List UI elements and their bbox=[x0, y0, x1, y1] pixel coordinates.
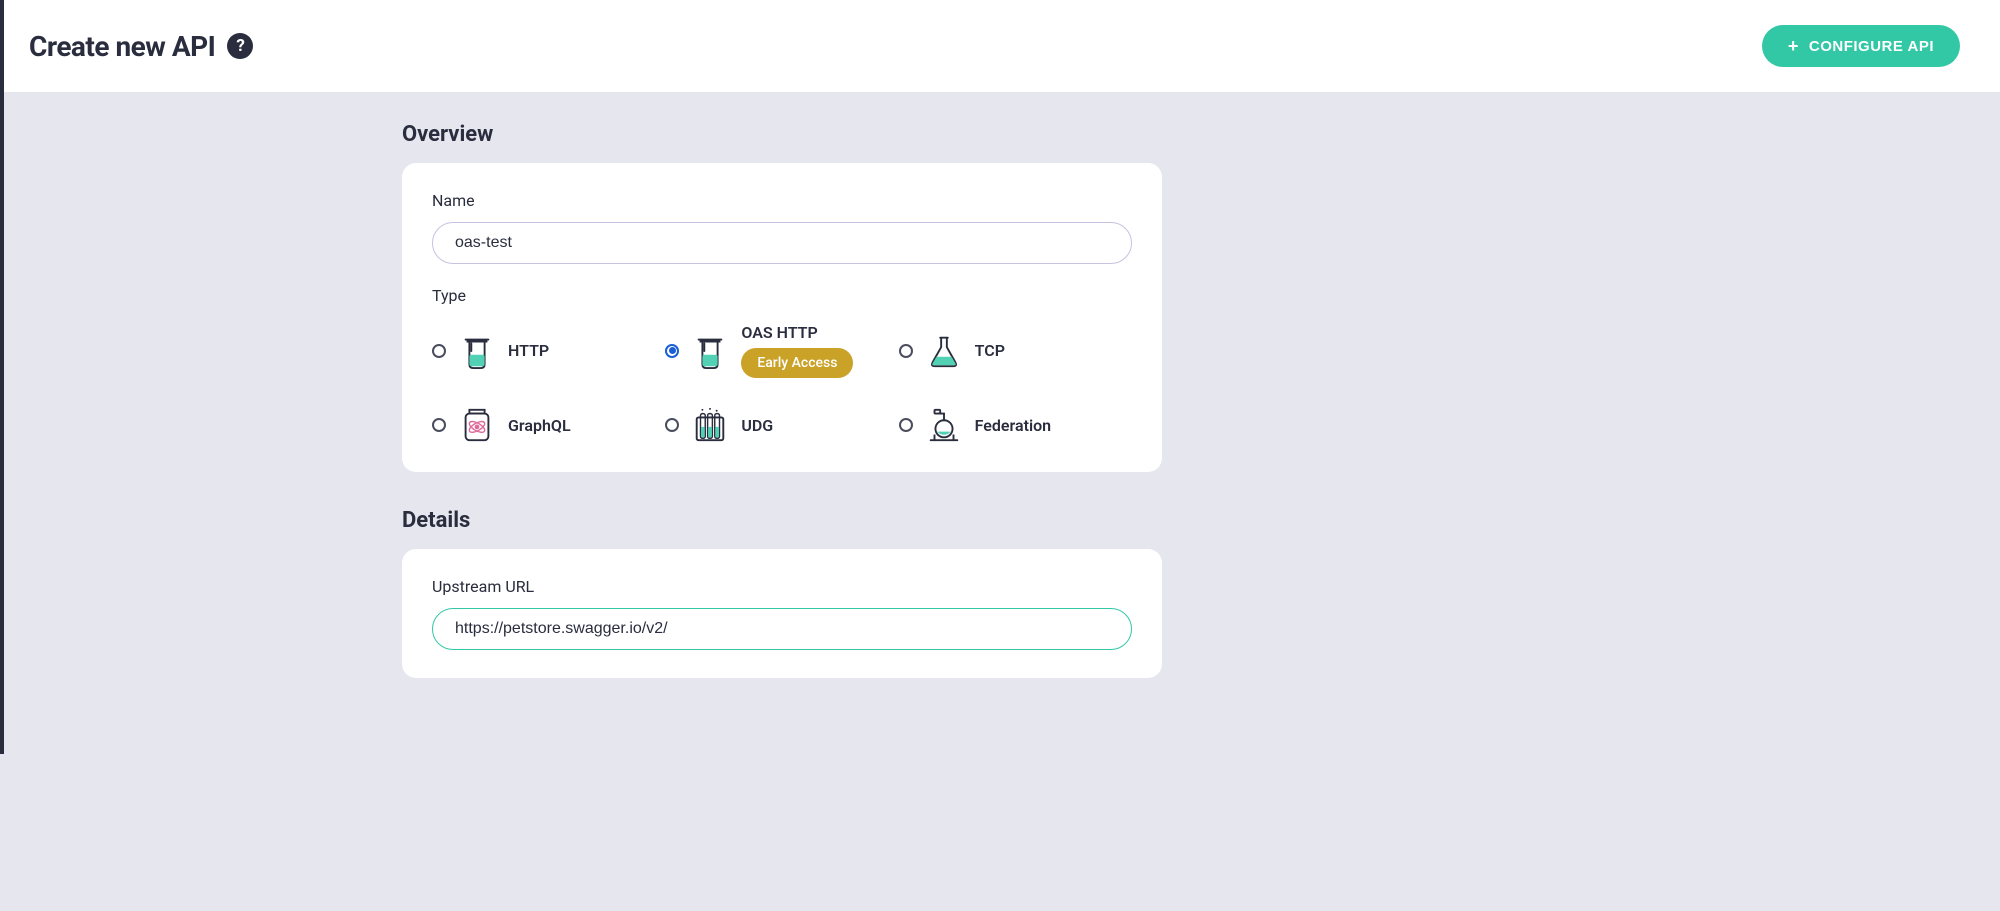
upstream-url-input[interactable] bbox=[432, 608, 1132, 650]
configure-api-label: CONFIGURE API bbox=[1809, 38, 1934, 55]
radio-icon bbox=[899, 418, 913, 432]
type-option-udg[interactable]: UDG bbox=[665, 406, 898, 444]
early-access-badge: Early Access bbox=[741, 348, 853, 378]
page-title: Create new API ? bbox=[29, 30, 253, 63]
flask-icon bbox=[925, 332, 963, 370]
type-label-col: OAS HTTP Early Access bbox=[741, 323, 853, 378]
details-card: Upstream URL bbox=[402, 549, 1162, 678]
overview-heading: Overview bbox=[402, 122, 1162, 147]
name-input[interactable] bbox=[432, 222, 1132, 264]
type-option-tcp[interactable]: TCP bbox=[899, 323, 1132, 378]
type-group: Type HTTP bbox=[432, 286, 1132, 444]
type-option-federation[interactable]: Federation bbox=[899, 406, 1132, 444]
radio-icon bbox=[899, 344, 913, 358]
test-tubes-icon bbox=[691, 406, 729, 444]
type-option-graphql[interactable]: GraphQL bbox=[432, 406, 665, 444]
upstream-label: Upstream URL bbox=[432, 577, 1132, 596]
radio-icon bbox=[432, 344, 446, 358]
radio-icon bbox=[432, 418, 446, 432]
retort-flask-icon bbox=[925, 406, 963, 444]
name-label: Name bbox=[432, 191, 1132, 210]
type-label-tcp: TCP bbox=[975, 341, 1005, 360]
details-heading: Details bbox=[402, 508, 1162, 533]
main-content: Overview Name Type HTTP bbox=[0, 92, 1560, 754]
plus-icon: + bbox=[1788, 37, 1799, 55]
type-grid: HTTP OAS HTTP Early Access bbox=[432, 323, 1132, 444]
atom-jar-icon bbox=[458, 406, 496, 444]
type-option-http[interactable]: HTTP bbox=[432, 323, 665, 378]
type-label-graphql: GraphQL bbox=[508, 416, 571, 435]
type-label: Type bbox=[432, 286, 1132, 305]
type-label-federation: Federation bbox=[975, 416, 1051, 435]
radio-icon bbox=[665, 418, 679, 432]
type-label-oas-http: OAS HTTP bbox=[741, 323, 853, 342]
beaker-icon bbox=[458, 332, 496, 370]
help-icon[interactable]: ? bbox=[227, 33, 253, 59]
overview-card: Name Type HTTP bbox=[402, 163, 1162, 472]
page-title-text: Create new API bbox=[29, 30, 215, 63]
section-container: Overview Name Type HTTP bbox=[402, 122, 1162, 678]
configure-api-button[interactable]: + CONFIGURE API bbox=[1762, 25, 1960, 67]
type-option-oas-http[interactable]: OAS HTTP Early Access bbox=[665, 323, 898, 378]
beaker-icon bbox=[691, 332, 729, 370]
type-label-http: HTTP bbox=[508, 341, 549, 360]
page-header: Create new API ? + CONFIGURE API bbox=[0, 0, 2000, 92]
type-label-udg: UDG bbox=[741, 416, 773, 435]
radio-icon bbox=[665, 344, 679, 358]
